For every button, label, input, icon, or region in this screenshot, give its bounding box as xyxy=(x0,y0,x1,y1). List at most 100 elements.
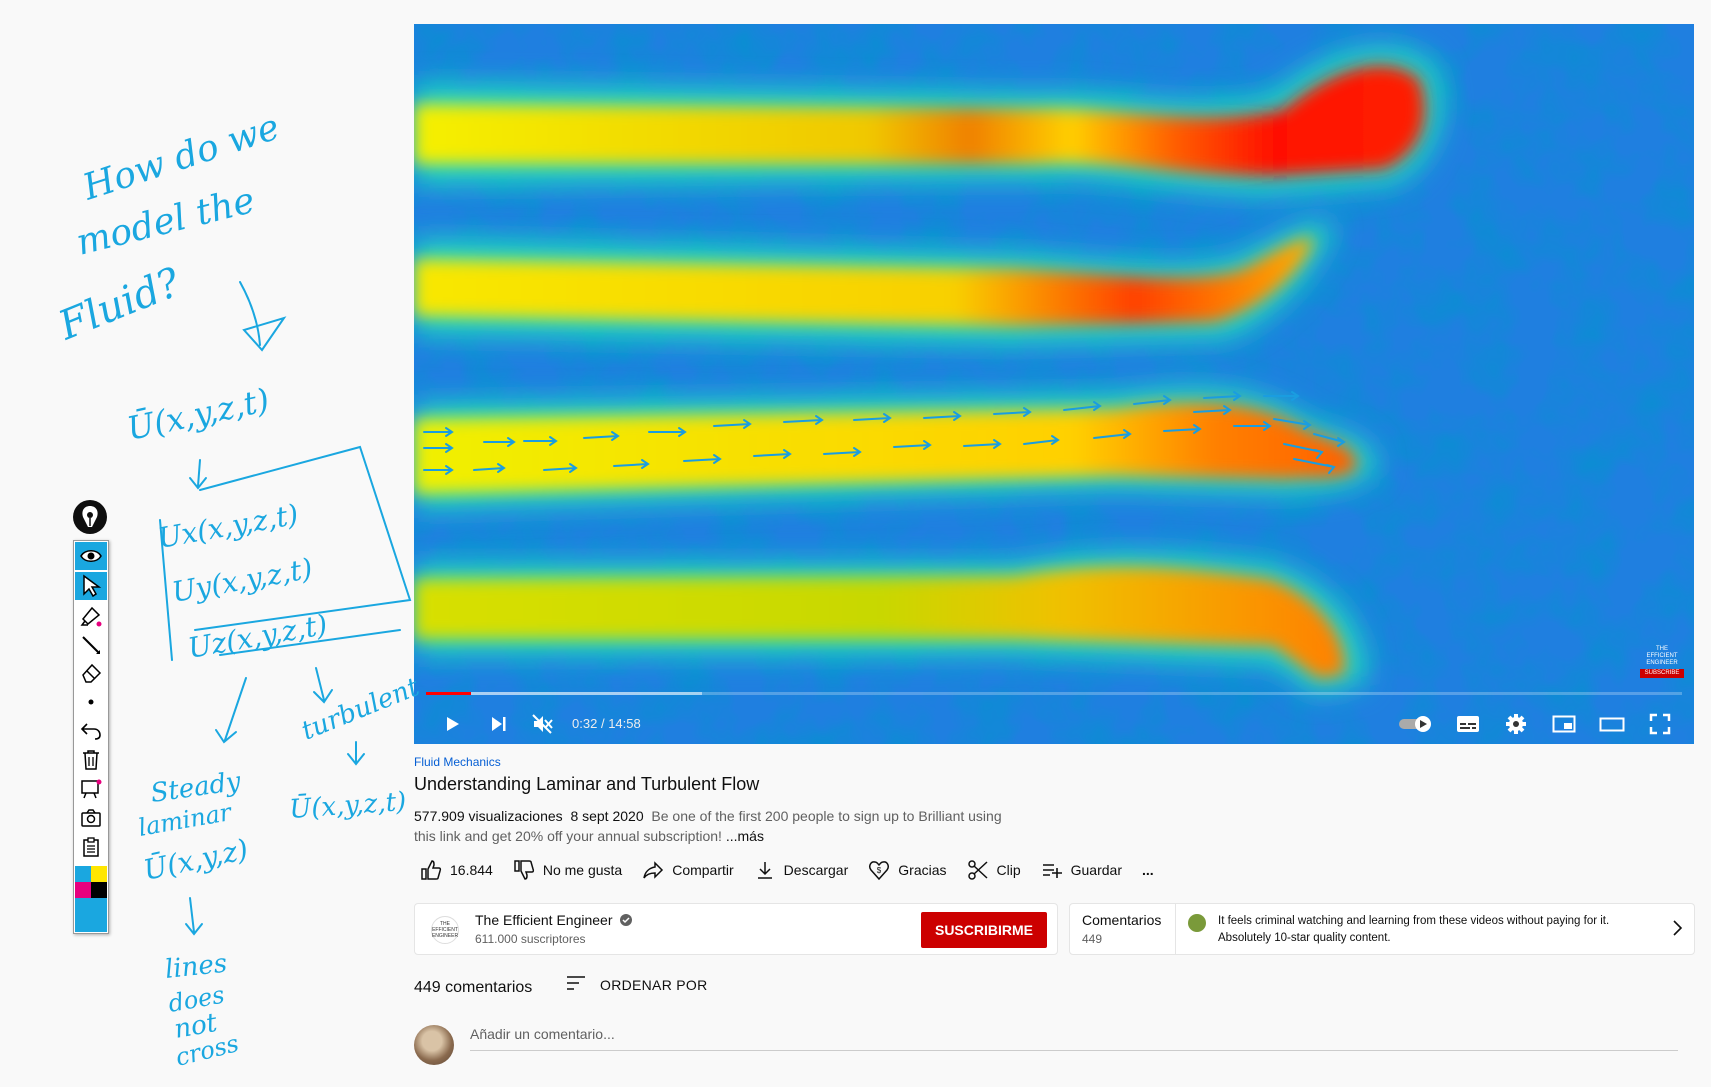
annotation-underline xyxy=(219,629,401,656)
sort-button[interactable]: ORDENAR POR xyxy=(566,975,708,994)
add-to-playlist-icon xyxy=(1042,864,1062,878)
settings-button[interactable] xyxy=(1498,704,1534,744)
annotation-question-line1: How do we xyxy=(77,107,284,209)
annotation-steady-equation: Ū(x,y,z) xyxy=(141,833,251,887)
tool-highlighter[interactable] xyxy=(75,602,107,630)
annotation-arrow-steady xyxy=(215,677,247,744)
view-count: 577.909 visualizaciones xyxy=(414,808,563,824)
time-current: 0:32 xyxy=(572,716,598,731)
video-description[interactable]: 577.909 visualizaciones 8 sept 2020 Be o… xyxy=(414,806,1034,846)
eraser-icon xyxy=(82,663,102,683)
thanks-button[interactable]: $ Gracias xyxy=(868,859,947,881)
dislike-label: No me gusta xyxy=(542,862,623,878)
fullscreen-icon xyxy=(1649,713,1671,735)
thermal-flow-frame xyxy=(414,24,1694,744)
highlighter-icon xyxy=(80,606,102,627)
swatch-current-color[interactable] xyxy=(75,898,107,932)
save-label: Guardar xyxy=(1070,862,1122,878)
play-icon xyxy=(447,717,459,731)
annotation-velocity-vector: Ū(x,y,z,t) xyxy=(124,381,273,448)
user-avatar xyxy=(414,1025,454,1065)
dislike-button[interactable]: No me gusta xyxy=(513,859,622,881)
thanks-label: Gracias xyxy=(898,862,947,878)
undo-icon xyxy=(80,723,101,740)
channel-watermark[interactable]: THE EFFICIENT ENGINEER SUBSCRIBE xyxy=(1640,646,1684,678)
progress-bar[interactable] xyxy=(426,692,1682,695)
clipboard-button[interactable] xyxy=(75,833,107,861)
subscriber-count: 611.000 suscriptores xyxy=(475,932,586,946)
watermark-line-3: ENGINEER xyxy=(1646,660,1678,666)
sort-icon xyxy=(567,976,585,990)
annotation-arrowhead-1 xyxy=(242,316,287,352)
swatch-magenta[interactable] xyxy=(75,882,91,898)
tool-line[interactable] xyxy=(75,631,107,659)
video-category-link[interactable]: Fluid Mechanics xyxy=(414,755,501,769)
theater-button[interactable] xyxy=(1594,704,1630,744)
annotation-arrow-1 xyxy=(239,281,261,346)
clear-button[interactable] xyxy=(75,746,107,774)
progress-played xyxy=(426,692,472,695)
more-actions-button[interactable]: ... xyxy=(1142,862,1154,878)
share-button[interactable]: Compartir xyxy=(642,859,734,881)
undo-button[interactable] xyxy=(75,717,107,745)
like-button[interactable]: 16.844 xyxy=(420,859,493,881)
annotation-question-line2: model the xyxy=(72,180,259,264)
annotation-ux: Ux(x,y,z,t) xyxy=(155,498,300,555)
subtitles-button[interactable] xyxy=(1450,704,1486,744)
tool-view[interactable] xyxy=(75,542,107,570)
mute-button[interactable] xyxy=(526,704,558,744)
tool-pointer[interactable] xyxy=(75,572,107,600)
screenshot-button[interactable] xyxy=(75,804,107,832)
subscribe-button[interactable]: SUSCRIBIRME xyxy=(921,912,1047,948)
comment-input[interactable]: Añadir un comentario... xyxy=(470,1026,1678,1051)
annotation-lines-line4: cross xyxy=(173,1029,242,1072)
annotation-bracket xyxy=(194,445,412,631)
annotation-app-logo[interactable] xyxy=(73,500,107,534)
swatch-black[interactable] xyxy=(91,882,107,898)
channel-avatar[interactable]: THE EFFICIENT ENGINEER xyxy=(431,916,459,944)
clipboard-icon xyxy=(83,837,99,857)
scissors-icon xyxy=(967,860,988,880)
settings-icon xyxy=(1506,714,1526,734)
video-title: Understanding Laminar and Turbulent Flow xyxy=(414,774,760,794)
player-controls: 0:32 / 14:58 xyxy=(414,704,1694,744)
mute-icon xyxy=(532,714,553,734)
commenter-avatar xyxy=(1188,914,1206,932)
action-bar: 16.844 No me gusta Compartir Descargar $… xyxy=(414,855,1174,885)
whiteboard-icon xyxy=(81,779,102,799)
more-actions-icon: ... xyxy=(1141,862,1154,878)
swatch-yellow[interactable] xyxy=(91,866,107,882)
annotation-toolbar xyxy=(73,540,109,934)
show-more-link[interactable]: ...más xyxy=(726,828,764,844)
tool-eraser[interactable] xyxy=(75,659,107,687)
fullscreen-button[interactable] xyxy=(1642,704,1678,744)
annotation-arrow-turbulent-2 xyxy=(347,741,365,766)
tool-whiteboard[interactable] xyxy=(75,775,107,803)
comments-teaser[interactable]: Comentarios 449 It feels criminal watchi… xyxy=(1069,903,1695,955)
next-button[interactable] xyxy=(482,704,514,744)
play-button[interactable] xyxy=(436,704,468,744)
comments-teaser-title: Comentarios xyxy=(1082,912,1162,928)
miniplayer-button[interactable] xyxy=(1546,704,1582,744)
channel-card: THE EFFICIENT ENGINEER The Efficient Eng… xyxy=(414,903,1058,955)
download-button[interactable]: Descargar xyxy=(754,859,848,881)
tool-dot[interactable] xyxy=(75,688,107,716)
time-display: 0:32 / 14:58 xyxy=(572,704,641,744)
annotation-left-bar xyxy=(159,519,173,661)
watermark-subscribe: SUBSCRIBE xyxy=(1640,669,1684,678)
video-player[interactable]: THE EFFICIENT ENGINEER SUBSCRIBE 0:32 / … xyxy=(414,24,1694,744)
eye-icon xyxy=(80,550,102,562)
thumbs-up-icon xyxy=(421,860,442,880)
save-button[interactable]: Guardar xyxy=(1041,859,1122,881)
camera-icon xyxy=(81,809,101,827)
watermark-line-1: THE xyxy=(1656,646,1668,652)
divider xyxy=(1175,904,1176,954)
miniplayer-icon xyxy=(1552,715,1576,733)
pointer-icon xyxy=(83,574,102,598)
swatch-cyan[interactable] xyxy=(75,866,91,882)
annotation-uy: Uy(x,y,z,t) xyxy=(169,552,314,609)
clip-button[interactable]: Clip xyxy=(967,859,1021,881)
channel-name-link[interactable]: The Efficient Engineer xyxy=(475,912,633,928)
autoplay-toggle[interactable] xyxy=(1396,704,1436,744)
description-line-2: this link and get 20% off your annual su… xyxy=(414,828,722,844)
